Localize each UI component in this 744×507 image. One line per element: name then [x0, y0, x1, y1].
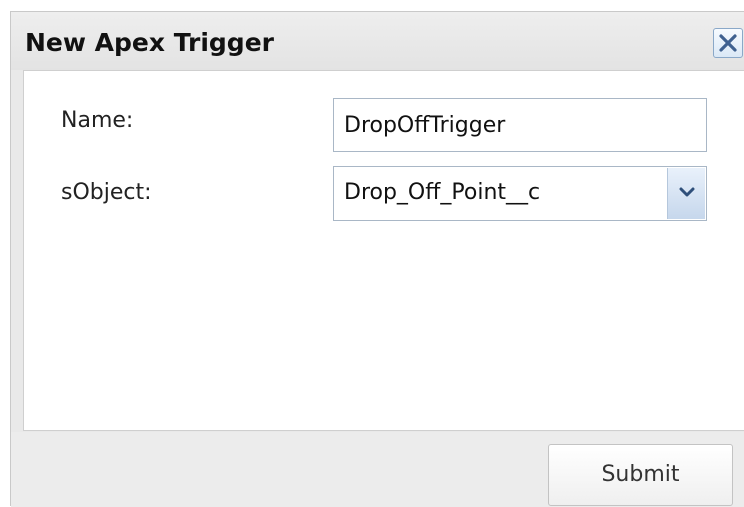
- sobject-selected-value: Drop_Off_Point__c: [344, 180, 541, 205]
- name-input[interactable]: [333, 98, 707, 152]
- close-button[interactable]: [713, 28, 743, 58]
- chevron-down-icon: [679, 187, 694, 197]
- dialog-titlebar: New Apex Trigger: [11, 12, 744, 70]
- close-icon: [719, 34, 737, 52]
- new-apex-trigger-dialog: New Apex Trigger Name: sObject: Drop_Off…: [10, 11, 744, 507]
- sobject-select[interactable]: Drop_Off_Point__c: [333, 166, 707, 221]
- dialog-title: New Apex Trigger: [25, 28, 274, 57]
- sobject-label: sObject:: [61, 180, 152, 205]
- sobject-dropdown-button[interactable]: [667, 168, 705, 219]
- name-label: Name:: [61, 108, 134, 133]
- submit-button[interactable]: Submit: [548, 444, 733, 506]
